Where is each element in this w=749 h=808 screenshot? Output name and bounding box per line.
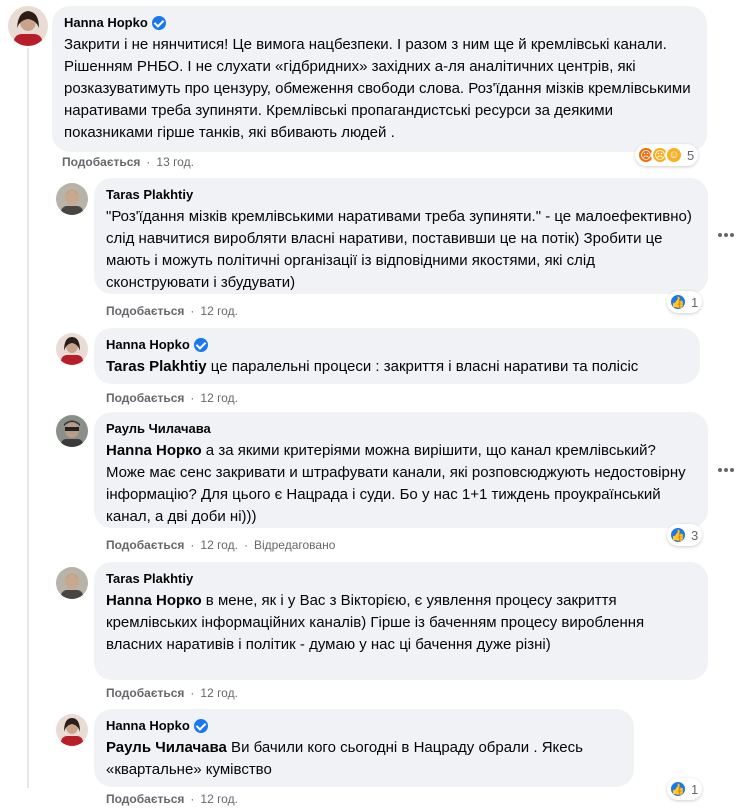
comment-author[interactable]: Hanna Hopko [106,718,208,733]
reaction-summary[interactable]: 👍 1 [667,291,703,313]
separator: · [243,538,248,552]
comment-text: Hanna Норко а за якими критеріями можна … [106,440,696,528]
comment-text: "Роз'їдання мізків кремлівськими наратив… [106,208,692,291]
like-reaction-icon: 👍 [669,293,687,311]
comment-meta: Подобається · 12 год. [106,686,238,700]
like-button[interactable]: Подобається [106,538,184,552]
reaction-summary[interactable]: ☹ ☹ ☺ 5 [635,144,699,166]
avatar[interactable] [56,333,88,365]
mention-link[interactable]: Hanna Норко [106,592,202,609]
separator: · [190,686,195,700]
comment-meta: Подобається · 12 год. [106,391,238,405]
comment-text: Рауль Чилачава Ви бачили кого сьогодні в… [106,737,622,781]
haha-reaction-icon: ☺ [665,146,683,164]
like-button[interactable]: Подобається [106,686,184,700]
avatar[interactable] [56,714,88,746]
mention-link[interactable]: Рауль Чилачава [106,739,227,756]
avatar[interactable] [8,6,48,46]
comment-author[interactable]: Hanna Hopko [106,337,208,352]
separator: · [190,304,195,318]
comment-bubble: Hanna Hopko Taras Plakhtiy це паралельні… [94,328,700,384]
reaction-count: 1 [691,294,699,310]
reaction-summary[interactable]: 👍 1 [667,778,703,800]
comment-bubble: Taras Plakhtiy Hanna Норко в мене, як і … [94,562,708,680]
like-button[interactable]: Подобається [106,792,184,806]
edited-label[interactable]: Відредаговано [254,538,335,552]
comment-author[interactable]: Hanna Hopko [64,15,166,30]
verified-badge-icon [193,718,208,733]
comment-meta: Подобається · 13 год. [62,155,194,169]
reaction-count: 1 [691,781,699,797]
comment-text: Закрити і не нянчитися! Це вимога нацбез… [64,36,691,141]
timestamp[interactable]: 13 год. [156,155,194,169]
more-options-icon[interactable] [716,460,736,480]
separator: · [190,792,195,806]
comment-bubble: Hanna Hopko Закрити і не нянчитися! Це в… [52,6,707,152]
comment-bubble: Hanna Hopko Рауль Чилачава Ви бачили ког… [94,709,634,787]
like-button[interactable]: Подобається [62,155,140,169]
comment-author[interactable]: Taras Plakhtiy [106,187,193,202]
verified-badge-icon [193,337,208,352]
reaction-summary[interactable]: 👍 3 [667,524,703,546]
comment-text: Taras Plakhtiy це паралельні процеси : з… [106,356,688,378]
comment-body: це паралельні процеси : закриття і власн… [206,358,639,375]
separator: · [190,391,195,405]
like-button[interactable]: Подобається [106,304,184,318]
timestamp[interactable]: 12 год. [200,686,238,700]
timestamp[interactable]: 12 год. [200,538,238,552]
avatar[interactable] [56,415,88,447]
comment-bubble: Taras Plakhtiy "Роз'їдання мізків кремлі… [94,178,708,294]
like-reaction-icon: 👍 [669,526,687,544]
comment-bubble: Рауль Чилачава Hanna Норко а за якими кр… [94,412,708,528]
mention-link[interactable]: Taras Plakhtiy [106,358,207,375]
reaction-count: 5 [687,147,695,163]
separator: · [190,538,195,552]
mention-link[interactable]: Hanna Норко [106,442,202,459]
like-button[interactable]: Подобається [106,391,184,405]
comment-meta: Подобається · 12 год. [106,792,238,806]
comment-meta: Подобається · 12 год. · Відредаговано [106,538,335,552]
comment-author[interactable]: Taras Plakhtiy [106,571,193,586]
more-options-icon[interactable] [716,225,736,245]
comment-text: Hanna Норко в мене, як і у Вас з Вікторі… [106,590,696,656]
like-reaction-icon: 👍 [669,780,687,798]
verified-badge-icon [151,15,166,30]
avatar[interactable] [56,183,88,215]
reaction-count: 3 [691,527,699,543]
timestamp[interactable]: 12 год. [200,792,238,806]
separator: · [146,155,151,169]
thread-line [27,48,29,788]
comment-author[interactable]: Рауль Чилачава [106,421,211,436]
timestamp[interactable]: 12 год. [200,304,238,318]
comment-meta: Подобається · 12 год. [106,304,238,318]
avatar[interactable] [56,567,88,599]
timestamp[interactable]: 12 год. [200,391,238,405]
